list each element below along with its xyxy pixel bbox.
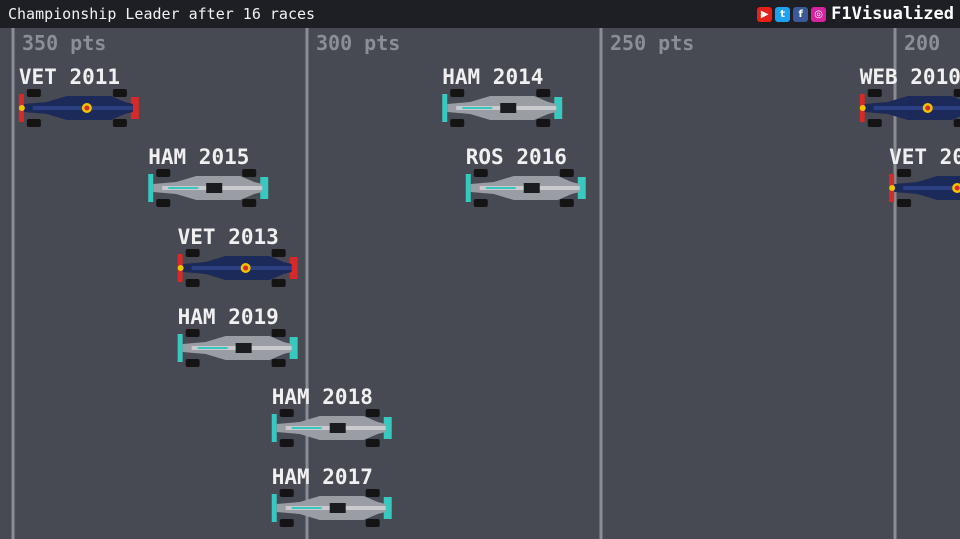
car-label: HAM 2018 [272,385,373,409]
car-label: HAM 2014 [442,65,543,89]
x-tick-label: 300 pts [316,31,400,55]
facebook-icon[interactable]: f [793,6,809,22]
gridline [305,28,309,539]
car-marker [889,169,960,207]
x-tick-label: 250 pts [610,31,694,55]
car-marker [271,489,392,527]
car-label: HAM 2017 [272,465,373,489]
car-label: VET 2011 [19,65,120,89]
car-marker [148,169,269,207]
chart-area: 350 pts 300 pts 250 pts 200 VET 2011 HAM 2014… [11,28,960,539]
brand-name: F1Visualized [831,4,954,24]
brand-block: ▶ t f ◎ F1Visualized [757,4,954,24]
gridline [599,28,603,539]
x-tick-label: 200 [904,31,940,55]
gridline [11,28,15,539]
car-marker [177,329,298,367]
youtube-icon[interactable]: ▶ [757,6,773,22]
car-marker [465,169,586,207]
car-label: HAM 2015 [148,145,249,169]
car-marker [271,409,392,447]
car-marker [859,89,960,127]
car-marker [442,89,563,127]
car-marker [18,89,139,127]
car-marker [177,249,298,287]
header-bar: Championship Leader after 16 races ▶ t f… [0,0,960,28]
car-label: VET 2013 [178,225,279,249]
car-label: HAM 2019 [178,305,279,329]
chart-title: Championship Leader after 16 races [8,5,316,23]
car-label: ROS 2016 [466,145,567,169]
x-tick-label: 350 pts [22,31,106,55]
instagram-icon[interactable]: ◎ [811,6,827,22]
twitter-icon[interactable]: t [775,6,791,22]
car-label: VET 2012 [889,145,960,169]
car-label: WEB 2010 [860,65,960,89]
